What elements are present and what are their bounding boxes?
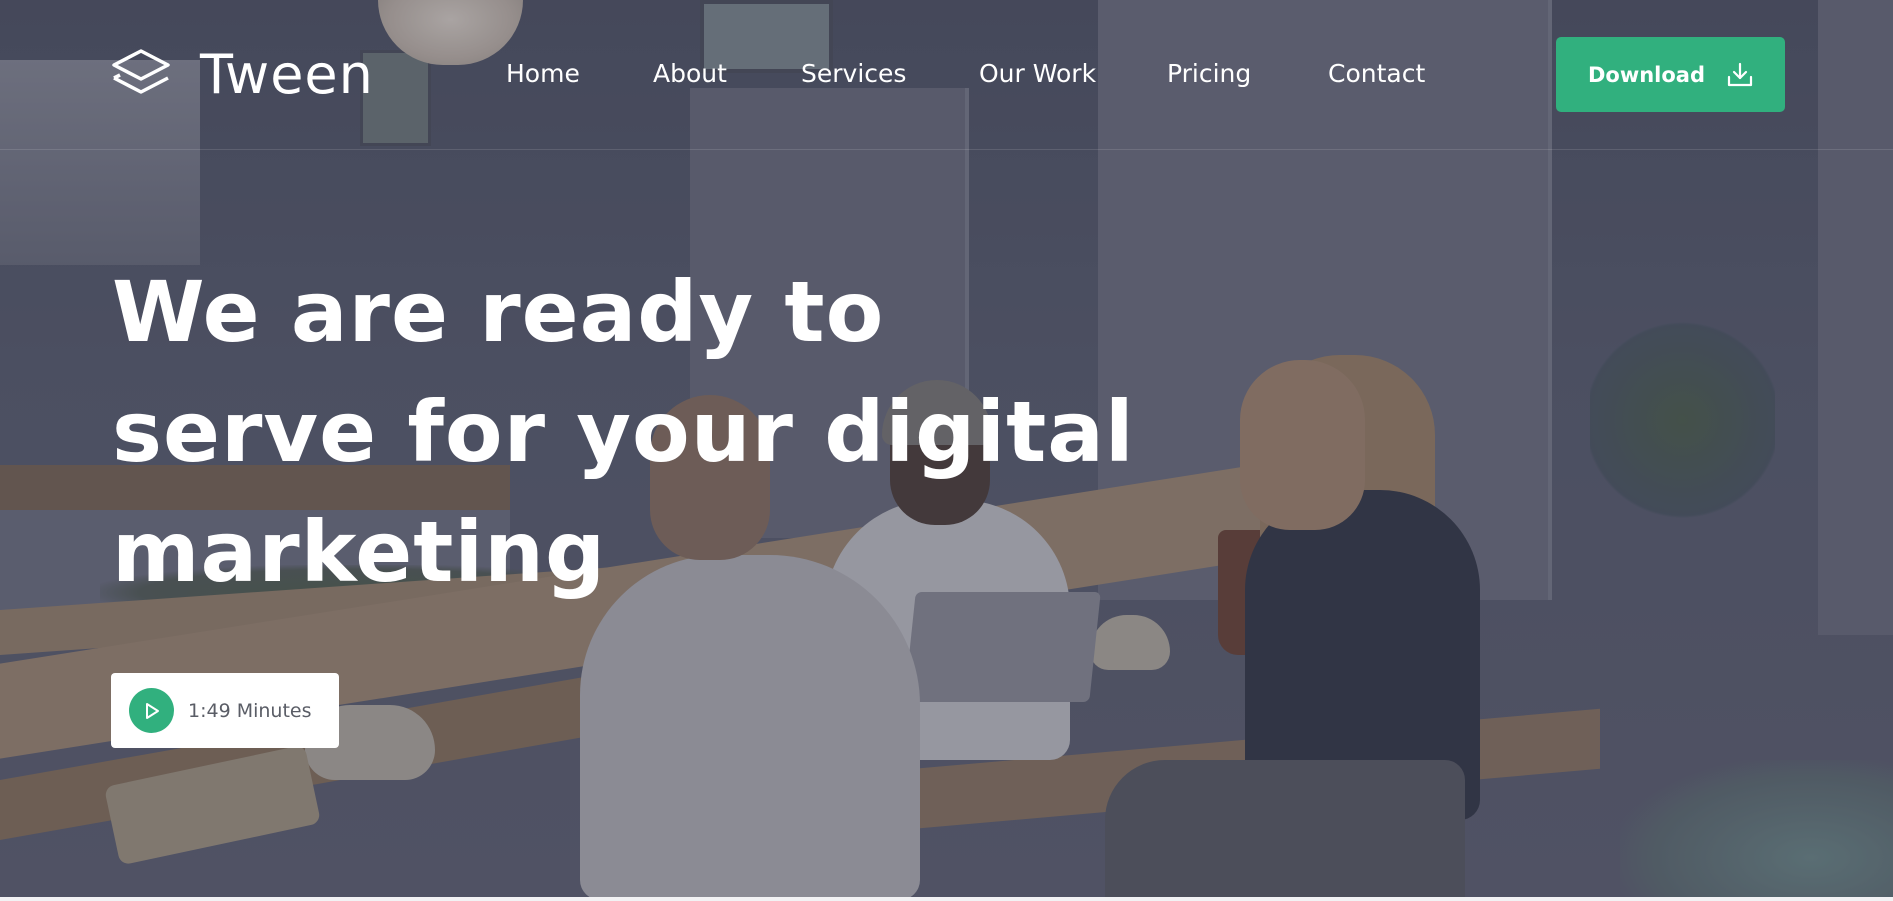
play-button-circle — [129, 688, 174, 733]
hero-section: Tween Home About Services Our Work Prici… — [0, 0, 1893, 897]
download-label: Download — [1587, 62, 1706, 87]
video-duration-label: 1:49 Minutes — [188, 699, 312, 722]
nav-item-services[interactable]: Services — [801, 58, 906, 90]
nav-item-contact[interactable]: Contact — [1328, 58, 1425, 90]
nav-item-about[interactable]: About — [653, 58, 727, 90]
play-video-button[interactable]: 1:49 Minutes — [111, 673, 339, 748]
nav-item-pricing[interactable]: Pricing — [1167, 58, 1251, 90]
logo-text: Tween — [200, 43, 374, 106]
play-icon — [145, 702, 159, 719]
download-icon — [1727, 62, 1753, 86]
page-bottom-edge — [0, 897, 1893, 901]
header-divider — [0, 149, 1893, 150]
nav-item-home[interactable]: Home — [506, 58, 580, 90]
hero-headline: We are ready to serve for your digital m… — [112, 263, 1135, 601]
layers-icon — [112, 49, 170, 94]
download-button[interactable]: Download — [1556, 37, 1785, 112]
logo[interactable]: Tween — [110, 44, 374, 106]
nav-item-our-work[interactable]: Our Work — [979, 58, 1096, 90]
